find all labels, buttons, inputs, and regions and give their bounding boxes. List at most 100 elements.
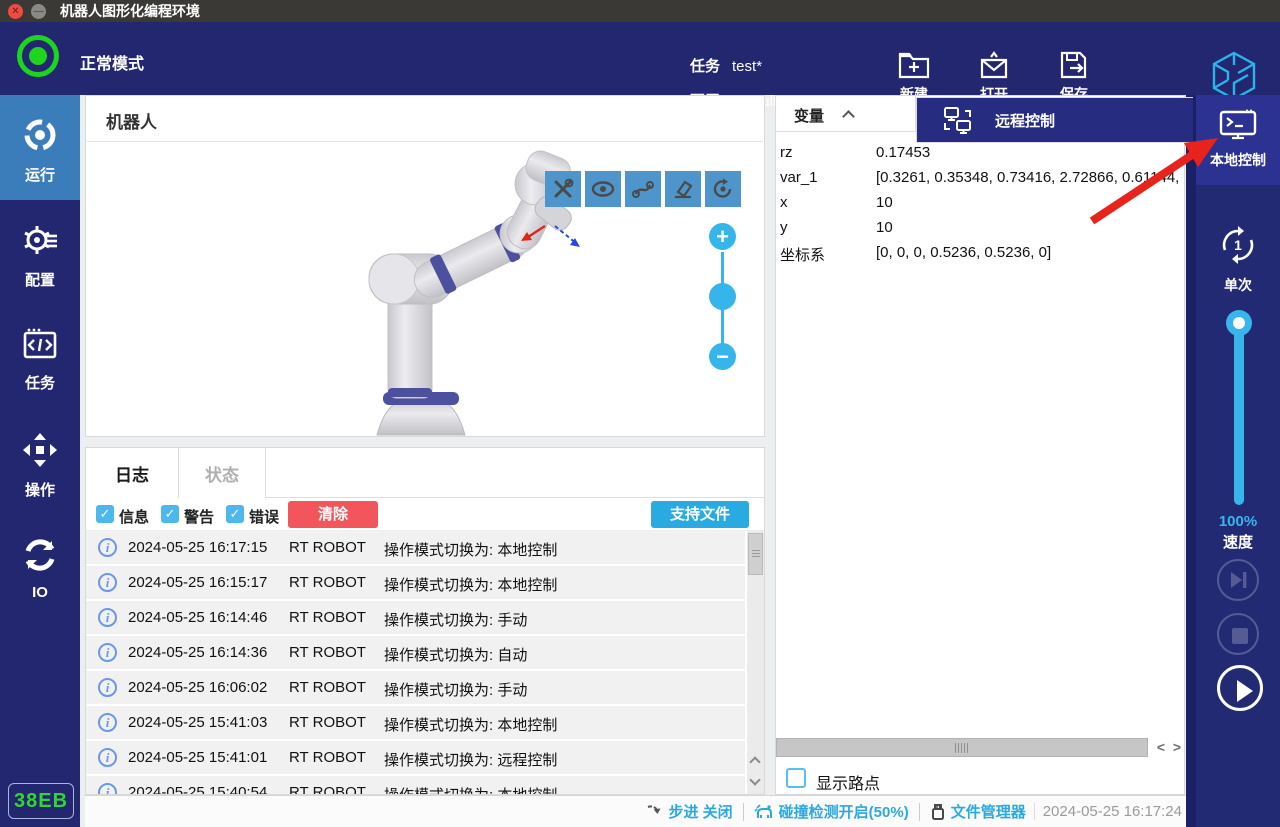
single-run-button[interactable]: 1 单次 xyxy=(1196,210,1280,295)
sidebar-item-config[interactable]: 配置 xyxy=(0,200,80,305)
robot-panel-title: 机器人 xyxy=(106,108,157,133)
info-icon: i xyxy=(98,608,117,627)
filter-error-checkbox[interactable]: ✓ xyxy=(226,505,244,523)
task-label: 任务 xyxy=(690,58,720,75)
step-mode-status[interactable]: 步进 关闭 xyxy=(646,801,733,822)
robot-3d-viewport[interactable]: + − xyxy=(87,141,763,436)
horizontal-scrollbar[interactable] xyxy=(776,738,1148,757)
log-row[interactable]: i2024-05-25 16:14:46RT ROBOT操作模式切换为: 手动 xyxy=(86,601,745,634)
tab-status[interactable]: 状态 xyxy=(179,448,266,498)
stop-icon xyxy=(1232,628,1248,644)
step-icon xyxy=(646,804,664,820)
save-icon xyxy=(1057,50,1091,80)
info-icon: i xyxy=(98,678,117,697)
sidebar-item-operate[interactable]: 操作 xyxy=(0,410,80,515)
variable-row[interactable]: y10 xyxy=(776,215,1184,240)
file-manager-button[interactable]: 文件管理器 xyxy=(930,801,1026,822)
filter-warn-checkbox[interactable]: ✓ xyxy=(161,505,179,523)
tab-log[interactable]: 日志 xyxy=(86,448,179,498)
info-icon: i xyxy=(98,643,117,662)
info-icon: i xyxy=(98,783,117,795)
divider xyxy=(743,803,744,821)
remote-control-menu-item[interactable]: 远程控制 xyxy=(916,97,1193,143)
tools-button[interactable] xyxy=(545,171,581,207)
variable-row[interactable]: rz0.17453 xyxy=(776,140,1184,165)
scroll-up-icon[interactable] xyxy=(747,750,764,772)
speed-slider-track[interactable] xyxy=(1234,323,1244,505)
collision-icon xyxy=(754,803,774,821)
app-header: 正常模式 任务test* 配置default 新建 打开 保存 xyxy=(0,22,1280,95)
log-scrollbar[interactable] xyxy=(747,531,764,795)
zoom-in-button[interactable]: + xyxy=(709,223,736,250)
log-row[interactable]: i2024-05-25 15:41:01RT ROBOT操作模式切换为: 远程控… xyxy=(86,741,745,774)
scroll-right-icon[interactable]: > xyxy=(1168,738,1186,757)
gear-icon xyxy=(21,222,59,258)
wrench-screwdriver-icon xyxy=(552,178,574,200)
visibility-button[interactable] xyxy=(585,171,621,207)
variable-row[interactable]: var_1[0.3261, 0.35348, 0.73416, 2.72866,… xyxy=(776,165,1184,190)
move-arrows-icon xyxy=(22,432,58,468)
sidebar-item-task[interactable]: 任务 xyxy=(0,305,80,410)
log-row[interactable]: i2024-05-25 16:06:02RT ROBOT操作模式切换为: 手动 xyxy=(86,671,745,704)
divider xyxy=(919,803,920,821)
path-button[interactable] xyxy=(625,171,661,207)
stop-button[interactable] xyxy=(1217,613,1259,655)
step-button[interactable] xyxy=(1217,559,1259,601)
io-swap-icon xyxy=(22,537,58,573)
show-waypoints-checkbox[interactable] xyxy=(786,768,806,788)
terminal-icon xyxy=(1218,109,1258,141)
clear-log-button[interactable]: 清除 xyxy=(288,501,378,528)
play-button[interactable] xyxy=(1217,665,1263,711)
remote-network-icon xyxy=(943,106,973,134)
close-icon[interactable]: ✕ xyxy=(8,4,23,19)
svg-text:1: 1 xyxy=(1234,237,1242,253)
collapse-chevron-icon[interactable] xyxy=(842,110,855,123)
log-row[interactable]: i2024-05-25 16:17:15RT ROBOT操作模式切换为: 本地控… xyxy=(86,531,745,564)
log-row[interactable]: i2024-05-25 15:41:03RT ROBOT操作模式切换为: 本地控… xyxy=(86,706,745,739)
sidebar-item-run[interactable]: 运行 xyxy=(0,95,80,200)
erase-button[interactable] xyxy=(665,171,701,207)
show-waypoints-label: 显示路点 xyxy=(816,770,880,794)
zoom-slider-thumb[interactable] xyxy=(709,283,736,310)
reset-view-button[interactable] xyxy=(705,171,741,207)
variable-row[interactable]: 坐标系[0, 0, 0, 0.5236, 0.5236, 0] xyxy=(776,240,1184,265)
scroll-down-icon[interactable] xyxy=(747,772,764,794)
play-icon xyxy=(1237,680,1253,702)
log-list: i2024-05-25 16:17:15RT ROBOT操作模式切换为: 本地控… xyxy=(86,531,745,795)
new-folder-icon xyxy=(897,50,931,80)
log-panel: 日志 状态 ✓ 信息 ✓ 警告 ✓ 错误 清除 支持文件 i2024-05-25… xyxy=(85,447,765,795)
speed-percent: 100% xyxy=(1196,513,1280,530)
remote-control-label: 远程控制 xyxy=(995,110,1055,131)
code-window-icon xyxy=(22,327,58,361)
window-title: 机器人图形化编程环境 xyxy=(60,1,200,21)
log-row[interactable]: i2024-05-25 15:40:54RT ROBOT操作模式切换为: 本地控… xyxy=(86,776,745,795)
window-titlebar: ✕ — 机器人图形化编程环境 xyxy=(0,0,1280,22)
speed-slider-thumb[interactable] xyxy=(1226,310,1252,336)
log-scrollbar-thumb[interactable] xyxy=(748,533,763,575)
right-sidebar-strip xyxy=(1186,95,1196,827)
robot-id-badge[interactable]: 38EB xyxy=(8,783,74,819)
sidebar-item-io[interactable]: IO xyxy=(0,515,80,620)
support-files-button[interactable]: 支持文件 xyxy=(651,501,749,528)
minimize-icon[interactable]: — xyxy=(31,4,46,19)
waypoint-path-icon xyxy=(631,178,655,200)
robot-panel: 机器人 xyxy=(85,95,765,437)
collision-detection-status[interactable]: 碰撞检测开启(50%) xyxy=(754,801,909,822)
single-cycle-icon: 1 xyxy=(1217,224,1259,266)
mode-label: 正常模式 xyxy=(80,50,144,74)
variables-panel: 变量 rz0.17453 var_1[0.3261, 0.35348, 0.73… xyxy=(775,95,1185,795)
zoom-out-button[interactable]: − xyxy=(709,343,736,370)
speed-label: 速度 xyxy=(1196,531,1280,552)
info-icon: i xyxy=(98,538,117,557)
filter-info-checkbox[interactable]: ✓ xyxy=(96,505,114,523)
open-icon xyxy=(977,50,1011,80)
clock: 2024-05-25 16:17:24 xyxy=(1034,803,1182,820)
log-row[interactable]: i2024-05-25 16:15:17RT ROBOT操作模式切换为: 本地控… xyxy=(86,566,745,599)
local-control-button[interactable]: 本地控制 xyxy=(1196,95,1280,185)
log-row[interactable]: i2024-05-25 16:14:36RT ROBOT操作模式切换为: 自动 xyxy=(86,636,745,669)
log-tabs: 日志 状态 xyxy=(86,448,764,498)
filter-info-label: 信息 xyxy=(119,506,149,527)
variable-row[interactable]: x10 xyxy=(776,190,1184,215)
usb-drive-icon xyxy=(930,803,946,821)
info-icon: i xyxy=(98,713,117,732)
